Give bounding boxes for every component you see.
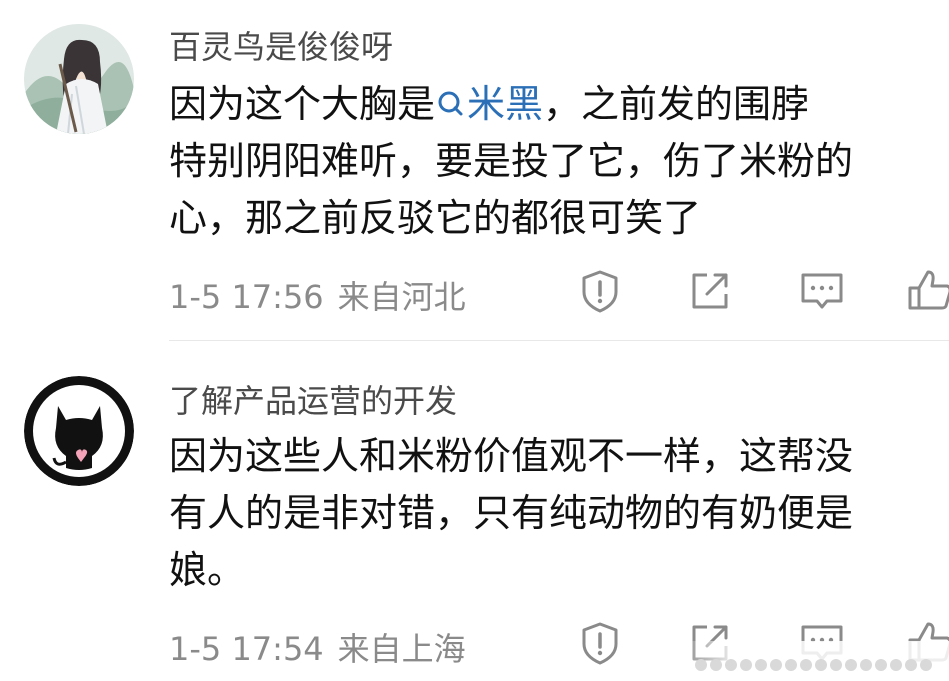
dot: [800, 659, 812, 671]
report-icon: [582, 270, 618, 313]
watermark-dots: [695, 656, 935, 675]
comment-line: 有人的是非对错，只有纯动物的有奶便是: [169, 491, 854, 535]
topic-link-label: 米黑: [467, 82, 544, 126]
dot: [785, 659, 797, 671]
dot: [815, 659, 827, 671]
username[interactable]: 了解产品运营的开发: [169, 376, 457, 422]
dot: [860, 659, 872, 671]
share-button[interactable]: [685, 266, 735, 316]
username[interactable]: 百灵鸟是俊俊呀: [169, 22, 393, 68]
search-link-icon: [438, 91, 463, 116]
comment-line: 因为这些人和米粉价值观不一样，这帮没: [169, 434, 854, 478]
comment-line: 娘。: [169, 548, 246, 592]
report-icon: [582, 622, 618, 665]
action-bar: [575, 266, 949, 316]
timestamp: 1-5 17:56: [169, 278, 324, 316]
dot: [695, 659, 707, 671]
dot: [890, 659, 902, 671]
dot: [875, 659, 887, 671]
comment-item: 了解产品运营的开发 因为这些人和米粉价值观不一样，这帮没 有人的是非对错，只有纯…: [0, 341, 949, 681]
like-icon: [908, 270, 949, 310]
dot: [710, 659, 722, 671]
dot: [920, 659, 932, 671]
report-button[interactable]: [575, 618, 625, 668]
dot: [830, 659, 842, 671]
dot: [755, 659, 767, 671]
comment-text: 因为这个大胸是 米黑，之前发的围脖 特别阴阳难听，要是投了它，伤了米粉的 心，那之…: [169, 76, 949, 247]
comment-meta: 1-5 17:54 来自上海: [169, 624, 466, 670]
comment-line: 特别阴阳难听，要是投了它，伤了米粉的: [169, 139, 854, 183]
like-button[interactable]: [905, 266, 949, 316]
topic-link[interactable]: 米黑: [435, 82, 543, 126]
comment-text: 因为这些人和米粉价值观不一样，这帮没 有人的是非对错，只有纯动物的有奶便是 娘。: [169, 428, 949, 599]
location: 来自河北: [337, 278, 466, 316]
comment-line: 因为这个大胸是 米黑，之前发的围脖: [169, 76, 949, 133]
dot: [740, 659, 752, 671]
avatar[interactable]: [24, 24, 134, 134]
avatar[interactable]: [24, 376, 134, 486]
location: 来自上海: [337, 630, 466, 668]
dot: [905, 659, 917, 671]
dot: [845, 659, 857, 671]
dot: [770, 659, 782, 671]
comment-line: 心，那之前反驳它的都很可笑了: [169, 196, 702, 240]
comment-text-segment: 因为这个大胸是: [169, 82, 436, 126]
comment-item: 百灵鸟是俊俊呀 因为这个大胸是 米黑，之前发的围脖 特别阴阳难听，要是投了它，伤了…: [0, 0, 949, 341]
share-icon: [692, 273, 728, 309]
comment-text-segment: ，之前发的围脖: [543, 82, 810, 126]
timestamp: 1-5 17:54: [169, 630, 324, 668]
comment-button[interactable]: [797, 266, 847, 316]
report-button[interactable]: [575, 266, 625, 316]
dot: [725, 659, 737, 671]
comment-icon: [801, 273, 843, 309]
comment-meta: 1-5 17:56 来自河北: [169, 272, 466, 318]
